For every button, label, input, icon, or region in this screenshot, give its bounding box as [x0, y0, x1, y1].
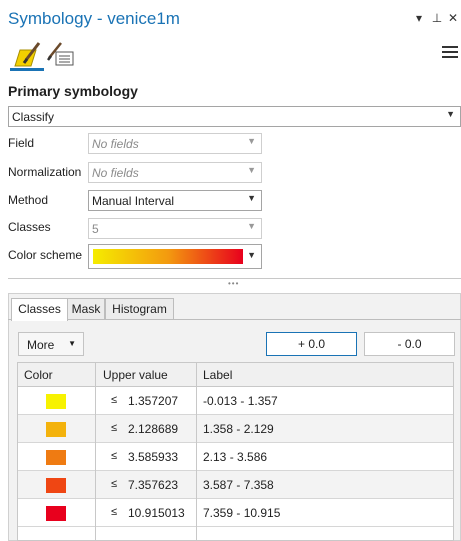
- chevron-down-icon: ▼: [247, 250, 256, 260]
- label-cell[interactable]: 7.359 - 10.915: [203, 506, 280, 520]
- table-row[interactable]: ≤ 2.128689 1.358 - 2.129: [18, 415, 453, 443]
- vary-symbology-tab[interactable]: [46, 40, 78, 68]
- color-swatch[interactable]: [46, 478, 66, 493]
- renderer-select[interactable]: Classify ▼: [8, 106, 461, 127]
- table-row[interactable]: ≤ 10.915013 7.359 - 10.915: [18, 499, 453, 527]
- label-cell[interactable]: 1.358 - 2.129: [203, 422, 274, 436]
- column-divider: [95, 363, 96, 387]
- tab-classes[interactable]: Classes: [11, 298, 68, 321]
- tab-histogram[interactable]: Histogram: [105, 298, 174, 320]
- normalization-label: Normalization: [8, 165, 82, 179]
- chevron-down-icon: ▼: [247, 136, 256, 146]
- chevron-down-icon: ▼: [247, 165, 256, 175]
- upper-value-cell[interactable]: 2.128689: [128, 422, 178, 436]
- color-ramp-preview: [93, 249, 243, 264]
- chevron-down-icon: ▼: [247, 193, 256, 203]
- classes-table: Color Upper value Label ≤ 1.357207 -0.01…: [17, 362, 454, 541]
- column-header-color[interactable]: Color: [24, 368, 53, 382]
- color-swatch[interactable]: [46, 394, 66, 409]
- less-equal-symbol: ≤: [111, 422, 118, 434]
- column-divider: [196, 363, 197, 387]
- classes-value: 5: [92, 222, 99, 236]
- splitter-grip-icon[interactable]: •••: [228, 279, 239, 288]
- renderer-value: Classify: [12, 110, 55, 124]
- color-scheme-select[interactable]: ▼: [88, 244, 262, 269]
- label-cell[interactable]: 3.587 - 7.358: [203, 478, 274, 492]
- shift-minus-button[interactable]: - 0.0: [364, 332, 455, 356]
- classes-select[interactable]: 5 ▼: [88, 218, 262, 239]
- primary-symbology-brush-icon: [14, 42, 41, 67]
- pane-title-bar: Symbology - venice1m ▾ ⊥ ✕: [0, 0, 461, 38]
- column-divider: [196, 387, 197, 541]
- active-tab-indicator: [10, 68, 44, 71]
- table-header: Color Upper value Label: [18, 363, 453, 387]
- label-cell[interactable]: 2.13 - 3.586: [203, 450, 267, 464]
- color-scheme-label: Color scheme: [8, 248, 83, 262]
- column-divider: [95, 387, 96, 541]
- column-header-label[interactable]: Label: [203, 368, 232, 382]
- chevron-down-icon: ▼: [68, 339, 76, 348]
- table-row[interactable]: ≤ 7.357623 3.587 - 7.358: [18, 471, 453, 499]
- table-row[interactable]: ≤ 1.357207 -0.013 - 1.357: [18, 387, 453, 415]
- normalization-select[interactable]: No fields ▼: [88, 162, 262, 183]
- field-select[interactable]: No fields ▼: [88, 133, 262, 154]
- more-button-label: More: [27, 338, 55, 352]
- color-swatch[interactable]: [46, 422, 66, 437]
- color-swatch[interactable]: [46, 450, 66, 465]
- method-select[interactable]: Manual Interval ▼: [88, 190, 262, 211]
- pane-options-icon[interactable]: ▾: [412, 10, 426, 26]
- pane-title: Symbology - venice1m: [8, 9, 180, 28]
- color-swatch[interactable]: [46, 506, 66, 521]
- less-equal-symbol: ≤: [111, 394, 118, 406]
- chevron-down-icon: ▼: [446, 109, 455, 119]
- method-value: Manual Interval: [92, 194, 175, 208]
- more-button[interactable]: More ▼: [18, 332, 84, 356]
- table-row[interactable]: ≤ 3.585933 2.13 - 3.586: [18, 443, 453, 471]
- less-equal-symbol: ≤: [111, 506, 118, 518]
- section-title: Primary symbology: [8, 83, 138, 99]
- classes-label: Classes: [8, 220, 51, 234]
- chevron-down-icon: ▼: [247, 221, 256, 231]
- less-equal-symbol: ≤: [111, 478, 118, 490]
- vary-symbology-brush-icon: [47, 42, 74, 66]
- close-icon[interactable]: ✕: [446, 10, 460, 26]
- tab-underline: [8, 319, 461, 320]
- tab-mask[interactable]: Mask: [67, 298, 105, 320]
- primary-symbology-tab[interactable]: [12, 40, 44, 68]
- shift-plus-button[interactable]: + 0.0: [266, 332, 357, 356]
- method-label: Method: [8, 193, 49, 207]
- normalization-value: No fields: [92, 166, 139, 180]
- column-header-upper-value[interactable]: Upper value: [103, 368, 168, 382]
- label-cell[interactable]: -0.013 - 1.357: [203, 394, 278, 408]
- upper-value-cell[interactable]: 3.585933: [128, 450, 178, 464]
- upper-value-cell[interactable]: 10.915013: [128, 506, 185, 520]
- field-label: Field: [8, 136, 35, 150]
- hamburger-menu-icon[interactable]: [442, 46, 458, 62]
- field-value: No fields: [92, 137, 139, 151]
- upper-value-cell[interactable]: 1.357207: [128, 394, 178, 408]
- upper-value-cell[interactable]: 7.357623: [128, 478, 178, 492]
- pin-icon[interactable]: ⊥: [430, 10, 444, 26]
- less-equal-symbol: ≤: [111, 450, 118, 462]
